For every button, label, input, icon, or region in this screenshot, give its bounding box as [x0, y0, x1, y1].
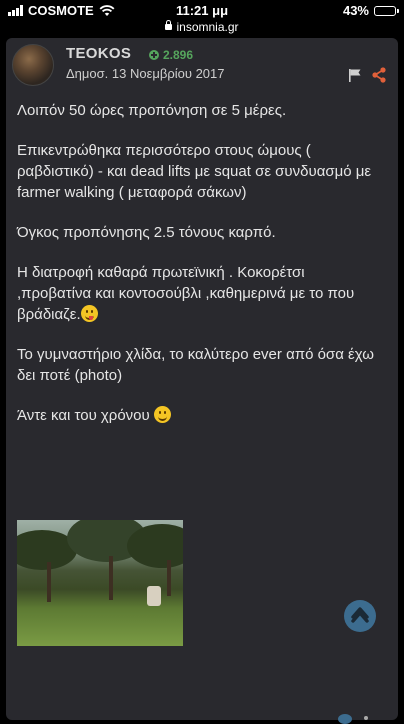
post-paragraph: Όγκος προπόνησης 2.5 τόνους καρπό.	[17, 224, 276, 241]
smile-emoji-icon	[153, 406, 171, 423]
battery-percent: 43%	[342, 3, 369, 18]
post-paragraph: Η διατροφή καθαρά πρωτεϊνική . Κοκορέτσι…	[17, 264, 355, 323]
post-content: Λοιπόν 50 ώρες προπόνηση σε 5 μέρες. Επι…	[17, 100, 377, 445]
post-paragraph-with-emoji: Άντε και του χρόνου	[17, 405, 377, 426]
reaction-icon[interactable]	[338, 714, 352, 724]
chevron-up-icon	[351, 607, 369, 623]
post-paragraph: Το γυμναστήριο χλίδα, το καλύτερο ever α…	[17, 346, 374, 384]
post-paragraph: Επικεντρώθηκα περισσότερο στους ώμους ( …	[17, 142, 372, 201]
status-bar: COSMOTE 11:21 μμ 43%	[0, 0, 404, 20]
post-paragraph-with-emoji: Η διατροφή καθαρά πρωτεϊνική . Κοκορέτσι…	[17, 262, 377, 325]
status-right: 43%	[342, 3, 399, 18]
battery-icon	[374, 5, 399, 16]
post-paragraph: Άντε και του χρόνου	[17, 407, 150, 424]
sack-figure	[147, 586, 161, 606]
scroll-to-top-button[interactable]	[344, 600, 376, 632]
plus-circle-icon	[149, 50, 159, 60]
reputation-badge: 2.896	[149, 48, 193, 62]
flag-icon[interactable]	[348, 68, 362, 82]
tongue-emoji-icon	[80, 305, 98, 322]
url-bar[interactable]: insomnia.gr	[0, 19, 404, 38]
lock-icon	[165, 19, 173, 30]
post-photo[interactable]	[17, 520, 183, 646]
domain-text: insomnia.gr	[176, 20, 239, 34]
author-name[interactable]: TEOKOS	[66, 45, 131, 62]
reaction-count-dot	[364, 716, 368, 720]
post-paragraph: Λοιπόν 50 ώρες προπόνηση σε 5 μέρες.	[17, 102, 287, 119]
avatar[interactable]	[12, 44, 54, 86]
share-icon[interactable]	[372, 67, 386, 83]
reputation-value: 2.896	[163, 48, 194, 62]
post-date[interactable]: Δημοσ. 13 Νοεμβρίου 2017	[66, 66, 225, 81]
